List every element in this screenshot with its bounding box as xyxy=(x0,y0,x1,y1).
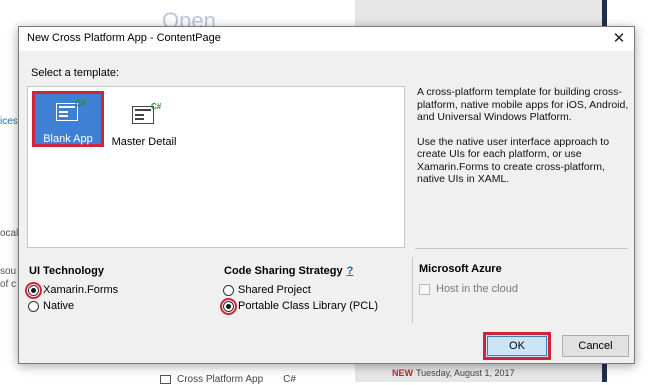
ok-label: OK xyxy=(509,340,525,352)
azure-heading: Microsoft Azure xyxy=(419,263,502,275)
radio-button[interactable] xyxy=(25,281,42,299)
code-sharing-heading: Code Sharing Strategy? xyxy=(224,265,353,277)
recent-template-label: Cross Platform App xyxy=(177,373,264,385)
dialog-title: New Cross Platform App - ContentPage xyxy=(27,32,221,44)
new-badge: NEW xyxy=(392,368,413,378)
recent-template-item[interactable]: Cross Platform App C# xyxy=(160,373,296,385)
description-paragraph: Use the native user interface approach t… xyxy=(417,135,610,186)
radio-label: Shared Project xyxy=(238,284,311,296)
recent-template-lang: C# xyxy=(283,373,296,385)
close-icon: ✕ xyxy=(612,30,626,47)
radio-native[interactable]: Native xyxy=(28,300,74,312)
news-item-date: NEW Tuesday, August 1, 2017 xyxy=(392,368,515,378)
description-paragraph: A cross-platform template for building c… xyxy=(417,86,629,123)
background-link-fragment[interactable]: ices xyxy=(0,116,18,127)
news-date: Tuesday, August 1, 2017 xyxy=(416,368,515,378)
radio-pcl[interactable]: Portable Class Library (PCL) xyxy=(220,297,378,315)
radio-label: Native xyxy=(43,300,75,312)
csharp-badge-icon: C# xyxy=(151,102,162,111)
host-in-cloud-checkbox-row[interactable]: Host in the cloud xyxy=(419,283,518,295)
help-link[interactable]: ? xyxy=(347,265,354,277)
checkbox-label: Host in the cloud xyxy=(436,283,518,295)
background-text-fragment: of c xyxy=(0,279,17,290)
divider xyxy=(412,257,413,323)
cancel-button[interactable]: Cancel xyxy=(562,335,629,357)
radio-button[interactable] xyxy=(223,284,234,296)
host-in-cloud-checkbox[interactable] xyxy=(419,283,430,295)
radio-button[interactable] xyxy=(28,300,39,312)
close-button[interactable]: ✕ xyxy=(608,28,630,50)
radio-shared-project[interactable]: Shared Project xyxy=(223,284,311,296)
background-text-fragment: sou xyxy=(0,266,17,277)
template-label: Master Detail xyxy=(111,136,177,148)
ui-technology-heading: UI Technology xyxy=(29,265,104,277)
csharp-badge-icon: C# xyxy=(75,99,86,108)
radio-label: Xamarin.Forms xyxy=(43,284,119,296)
template-list: C# Blank App C# Master Detail xyxy=(27,86,405,248)
template-label: Blank App xyxy=(43,133,93,145)
background-text-fragment: ocal xyxy=(0,228,19,239)
radio-button[interactable] xyxy=(220,297,237,315)
code-sharing-title: Code Sharing Strategy xyxy=(224,265,343,277)
new-cross-platform-app-dialog: New Cross Platform App - ContentPage ✕ S… xyxy=(18,26,635,364)
radio-label: Portable Class Library (PCL) xyxy=(238,300,378,312)
divider xyxy=(415,248,628,249)
dialog-titlebar[interactable]: New Cross Platform App - ContentPage ✕ xyxy=(19,27,634,51)
radio-xamarin-forms[interactable]: Xamarin.Forms xyxy=(25,281,119,299)
ok-button[interactable]: OK xyxy=(483,332,551,360)
template-icon xyxy=(160,374,171,384)
template-description: A cross-platform template for building c… xyxy=(417,86,629,198)
template-master-detail[interactable]: C# Master Detail xyxy=(108,94,180,150)
select-template-label: Select a template: xyxy=(31,67,120,79)
template-blank-app[interactable]: C# Blank App xyxy=(32,91,104,147)
